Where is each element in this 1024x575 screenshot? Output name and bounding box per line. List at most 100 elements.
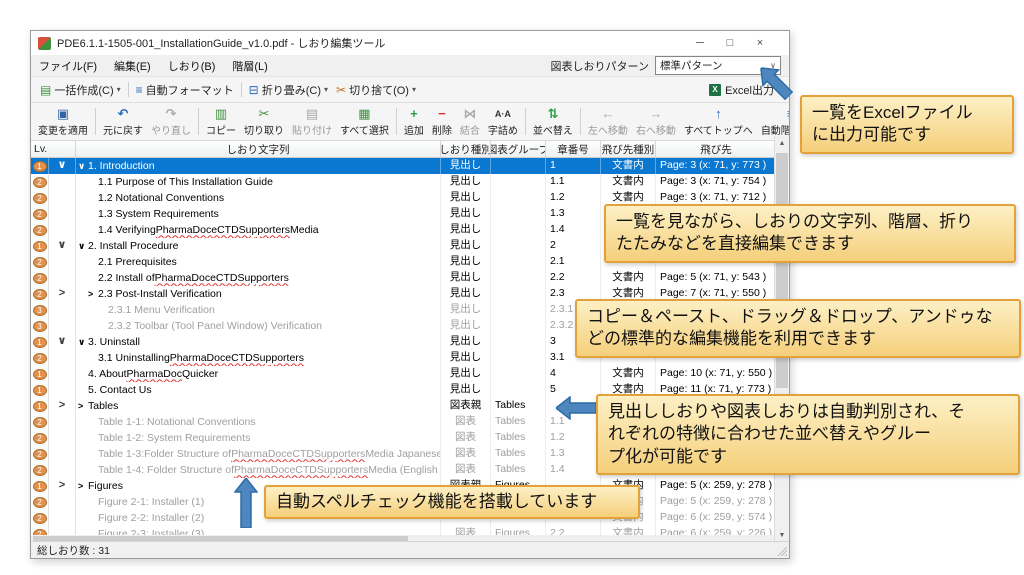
bookmark-row[interactable]: 22.2 Install of PharmaDoc eCTDSupporters… [31, 270, 776, 286]
level-badge: 2 [33, 225, 47, 236]
maximize-button[interactable]: □ [715, 31, 745, 55]
bookmark-text-cell[interactable]: >Tables [76, 398, 441, 414]
bookmark-type-cell: 見出し [441, 334, 491, 350]
minimize-button[interactable]: ─ [685, 31, 715, 55]
expander-cell [49, 430, 76, 446]
bookmark-count: 総しおり数 : 31 [37, 543, 110, 558]
auto-level-button[interactable]: ≡自動階層設定 [757, 104, 789, 139]
column-header-text[interactable]: しおり文字列 [76, 141, 441, 157]
chapter-number-cell: 1.2 [546, 430, 601, 446]
level-cell: 2 [31, 350, 49, 366]
bookmark-text-cell[interactable]: ∨2. Install Procedure [76, 238, 441, 254]
scroll-up-icon[interactable]: ▲ [775, 136, 789, 151]
undo-button[interactable]: ↶元に戻す [99, 104, 147, 139]
bookmark-type-cell: 見出し [441, 206, 491, 222]
bookmark-text-cell[interactable]: 2.3.1 Menu Verification [76, 302, 441, 318]
bookmark-text-cell[interactable]: >2.3 Post-Install Verification [76, 286, 441, 302]
misspelled-word: PharmaDoc [155, 271, 210, 286]
bookmark-text-cell[interactable]: ∨3. Uninstall [76, 334, 441, 350]
add-button[interactable]: +追加 [400, 104, 428, 139]
bookmark-text: Quicker [182, 367, 218, 382]
level-cell: 2 [31, 414, 49, 430]
pattern-label: 図表しおりパターン [551, 58, 649, 74]
bookmark-text-cell[interactable]: 2.2 Install of PharmaDoc eCTDSupporters [76, 270, 441, 286]
auto-format-button[interactable]: ≡自動フォーマット [132, 80, 238, 100]
menu-item-2[interactable]: しおり(B) [168, 58, 216, 74]
select-all-button[interactable]: ▦すべて選択 [336, 104, 393, 139]
collapse-toggle[interactable]: ∨ [49, 334, 76, 350]
bookmark-text: 2.3.2 Toolbar (Tool Panel Window) Verifi… [108, 319, 322, 334]
bookmark-type-cell: 図表 [441, 414, 491, 430]
column-header-type[interactable]: しおり種別 [441, 141, 491, 157]
collapse-toggle[interactable]: > [49, 478, 76, 494]
bookmark-text-cell[interactable]: 1.1 Purpose of This Installation Guide [76, 174, 441, 190]
annotation-auto-classify: 見出ししおりや図表しおりは自動判別され、それぞれの特徴に合わせた並べ替えやグルー… [596, 394, 1020, 475]
menu-item-0[interactable]: ファイル(F) [39, 58, 97, 74]
misspelled-word: eCTDSupporters [225, 351, 304, 366]
all-to-top-button[interactable]: ↑すべてトップへ [680, 104, 757, 139]
level-cell: 2 [31, 494, 49, 510]
collapse-toggle[interactable]: ∨ [49, 158, 76, 174]
bookmark-type-cell: 図表 [441, 462, 491, 478]
tree-expander-icon[interactable]: > [78, 479, 88, 494]
bookmark-text-cell[interactable]: Table 1-4: Folder Structure of PharmaDoc… [76, 462, 441, 478]
batch-create-button[interactable]: ▤一括作成(C)▾ [36, 80, 125, 100]
column-header-dest[interactable]: 飛び先 [656, 141, 776, 157]
bookmark-text-cell[interactable]: Table 1-3:Folder Structure of PharmaDoc … [76, 446, 441, 462]
bookmark-text-cell[interactable]: 4. About PharmaDoc Quicker [76, 366, 441, 382]
apply-changes-label: 変更を適用 [38, 122, 88, 137]
cut-button[interactable]: ✂切り取り [240, 104, 288, 139]
close-button[interactable]: × [745, 31, 775, 55]
kerning-button[interactable]: A·A字詰め [484, 104, 522, 139]
bookmark-text-cell[interactable]: 5. Contact Us [76, 382, 441, 398]
tree-expander-icon[interactable]: ∨ [78, 335, 88, 350]
bookmark-type-cell: 見出し [441, 174, 491, 190]
bookmark-text-cell[interactable]: 1.2 Notational Conventions [76, 190, 441, 206]
tree-expander-icon[interactable]: > [88, 287, 98, 302]
bookmark-text-cell[interactable]: Table 1-1: Notational Conventions [76, 414, 441, 430]
title-bar[interactable]: PDE6.1.1-1505-001_InstallationGuide_v1.0… [31, 31, 789, 55]
column-header-dt[interactable]: 飛び先種別 [601, 141, 656, 157]
bookmark-text-cell[interactable]: ∨1. Introduction [76, 158, 441, 174]
level-cell: 2 [31, 174, 49, 190]
delete-button[interactable]: −削除 [428, 104, 456, 139]
destination-cell: Page: 3 (x: 71, y: 773 ) [656, 158, 776, 174]
column-header-grp[interactable]: 図表グループ [491, 141, 546, 157]
column-header-ch[interactable]: 章番号 [546, 141, 601, 157]
menu-item-3[interactable]: 階層(L) [232, 58, 267, 74]
collapse-toggle[interactable]: > [49, 286, 76, 302]
bookmark-row[interactable]: 1∨∨1. Introduction見出し1文書内Page: 3 (x: 71,… [31, 158, 776, 174]
fold-button[interactable]: ⊟折り畳み(C)▾ [245, 80, 332, 100]
level-cell: 2 [31, 462, 49, 478]
bookmark-text-cell[interactable]: 3.1 Uninstalling PharmaDoc eCTDSupporter… [76, 350, 441, 366]
collapse-toggle[interactable]: ∨ [49, 238, 76, 254]
kerning-label: 字詰め [488, 122, 518, 137]
resize-grip[interactable] [776, 545, 787, 556]
misspelled-word: eCTDSupporters [289, 463, 368, 478]
bookmark-text: Media Japanese V… [365, 447, 441, 462]
apply-changes-button[interactable]: ▣変更を適用 [34, 104, 92, 139]
status-bar: 総しおり数 : 31 [31, 541, 789, 558]
bookmark-text-cell[interactable]: Table 1-2: System Requirements [76, 430, 441, 446]
bookmark-text-cell[interactable]: 1.3 System Requirements [76, 206, 441, 222]
tree-expander-icon[interactable]: ∨ [78, 159, 88, 174]
toolbar-primary-buttons: ▤一括作成(C)▾ ≡自動フォーマット ⊟折り畳み(C)▾✂切り捨て(O)▾ [36, 80, 420, 100]
tree-expander-icon[interactable]: ∨ [78, 239, 88, 254]
bookmark-text-cell[interactable]: 2.3.2 Toolbar (Tool Panel Window) Verifi… [76, 318, 441, 334]
truncate-button[interactable]: ✂切り捨て(O)▾ [332, 80, 420, 100]
add-icon: + [410, 107, 418, 122]
bookmark-text-cell[interactable]: 2.1 Prerequisites [76, 254, 441, 270]
bookmark-text-cell[interactable]: 1.4 Verifying PharmaDoc eCTDSupporters M… [76, 222, 441, 238]
sort-button[interactable]: ⇅並べ替え [529, 104, 577, 139]
tree-expander-icon[interactable]: > [78, 399, 88, 414]
bookmark-text: Table 1-4: Folder Structure of [98, 463, 234, 478]
annotation-line: れぞれの特徴に合わせた並べ替えやグルー [608, 423, 1008, 445]
column-header-lv[interactable]: Lv. [31, 141, 76, 157]
menu-item-1[interactable]: 編集(E) [114, 58, 151, 74]
level-cell: 3 [31, 318, 49, 334]
bookmark-row[interactable]: 2 1.1 Purpose of This Installation Guide見… [31, 174, 776, 190]
copy-button[interactable]: ▥コピー [202, 104, 240, 139]
level-cell: 1 [31, 366, 49, 382]
collapse-toggle[interactable]: > [49, 398, 76, 414]
bookmark-row[interactable]: 14. About PharmaDoc Quicker見出し4文書内Page: … [31, 366, 776, 382]
